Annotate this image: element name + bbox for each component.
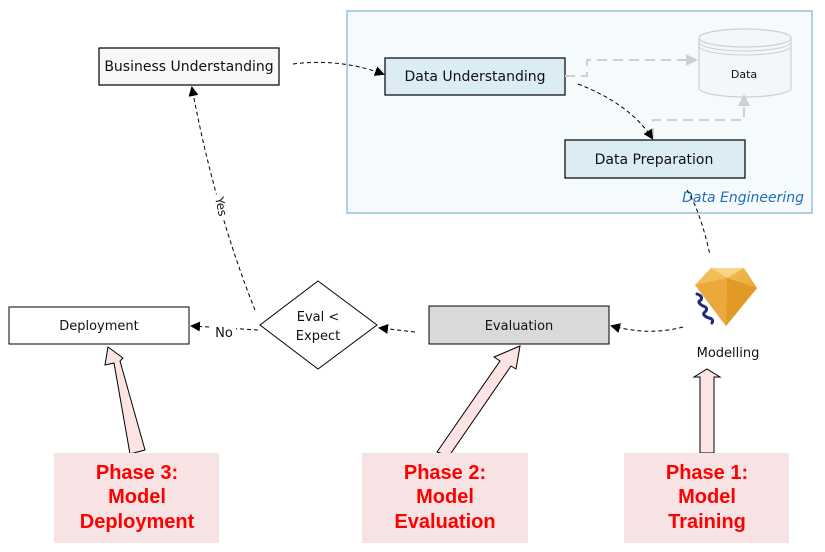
phase1-block-arrow <box>692 368 722 454</box>
phase1-line3: Training <box>668 511 746 533</box>
decision-label-line2: Expect <box>296 329 340 344</box>
edge-label-no: No <box>215 326 233 341</box>
data-understanding-node[interactable]: Data Understanding <box>384 57 566 96</box>
data-store-node[interactable]: Data <box>698 28 792 98</box>
data-preparation-label: Data Preparation <box>595 152 714 168</box>
ml-lifecycle-diagram: Data Engineering Business Understanding … <box>8 10 813 543</box>
decision-node[interactable]: Eval < Expect <box>259 280 378 370</box>
phase2-box: Phase 2: Model Evaluation <box>362 453 528 543</box>
phase2-line1: Phase 2: <box>404 462 486 484</box>
model-gem-icon[interactable] <box>695 268 757 326</box>
phase1-line2: Model <box>678 486 736 508</box>
phase1-box: Phase 1: Model Training <box>624 453 789 543</box>
phase1-line1: Phase 1: <box>666 462 748 484</box>
data-store-label: Data <box>731 68 757 81</box>
phase3-line1: Phase 3: <box>96 462 178 484</box>
data-understanding-label: Data Understanding <box>404 69 545 85</box>
decision-label-line1: Eval < <box>297 310 340 325</box>
phase3-line2: Model <box>108 486 166 508</box>
data-preparation-node[interactable]: Data Preparation <box>564 139 746 179</box>
data-engineering-label: Data Engineering <box>682 190 804 206</box>
evaluation-node[interactable]: Evaluation <box>428 305 610 345</box>
phase3-line3: Deployment <box>80 511 195 533</box>
edge-label-yes: Yes <box>212 195 230 218</box>
evaluation-label: Evaluation <box>485 319 554 334</box>
phase3-block-arrow <box>104 346 146 455</box>
edge-evaluation-to-decision <box>378 323 416 334</box>
business-understanding-label: Business Understanding <box>104 59 273 75</box>
modelling-label: Modelling <box>697 346 760 361</box>
phase3-box: Phase 3: Model Deployment <box>54 453 219 543</box>
phase2-block-arrow <box>436 345 521 457</box>
phase2-line2: Model <box>416 486 474 508</box>
deployment-label: Deployment <box>59 319 139 334</box>
deployment-node[interactable]: Deployment <box>8 306 190 345</box>
business-understanding-node[interactable]: Business Understanding <box>98 47 280 86</box>
edge-modelling-to-evaluation <box>610 323 684 333</box>
phase2-line3: Evaluation <box>394 511 495 533</box>
